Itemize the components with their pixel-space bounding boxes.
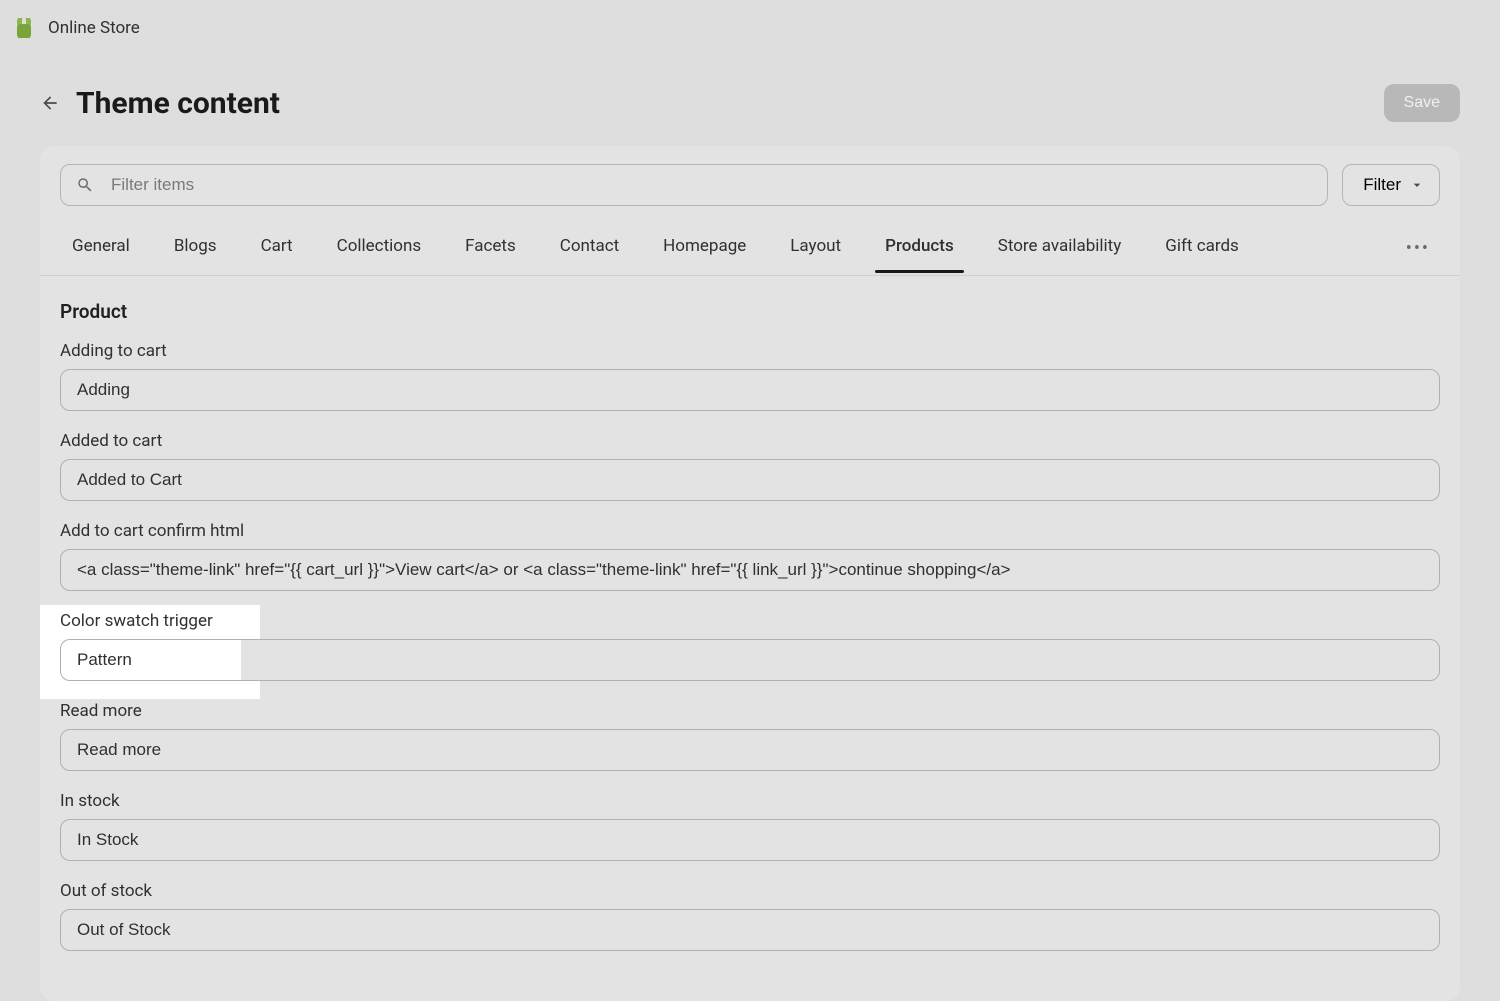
field-input-adding-to-cart[interactable] <box>60 369 1440 411</box>
search-input[interactable] <box>60 164 1328 206</box>
tabs: General Blogs Cart Collections Facets Co… <box>40 222 1460 276</box>
tab-layout[interactable]: Layout <box>768 222 863 275</box>
field-input-in-stock[interactable] <box>60 819 1440 861</box>
field-label: Out of stock <box>60 881 1440 901</box>
content-card: Filter General Blogs Cart Collections Fa… <box>40 146 1460 1001</box>
search-icon <box>76 176 94 194</box>
field-input-out-of-stock[interactable] <box>60 909 1440 951</box>
field-add-to-cart-confirm-html: Add to cart confirm html <box>60 521 1440 591</box>
tabs-more-icon[interactable]: ••• <box>1386 224 1450 273</box>
tab-store-availability[interactable]: Store availability <box>976 222 1144 275</box>
page-header: Theme content Save <box>0 56 1500 146</box>
field-read-more: Read more <box>60 701 1440 771</box>
page-title: Theme content <box>76 86 280 121</box>
tab-contact[interactable]: Contact <box>538 222 641 275</box>
field-input-added-to-cart[interactable] <box>60 459 1440 501</box>
field-label: In stock <box>60 791 1440 811</box>
field-input-read-more[interactable] <box>60 729 1440 771</box>
toolbar: Filter <box>40 146 1460 222</box>
field-label: Color swatch trigger <box>60 611 1440 631</box>
field-label: Add to cart confirm html <box>60 521 1440 541</box>
field-in-stock: In stock <box>60 791 1440 861</box>
tab-cart[interactable]: Cart <box>239 222 315 275</box>
filter-button[interactable]: Filter <box>1342 164 1440 206</box>
field-label: Read more <box>60 701 1440 721</box>
tab-gift-cards[interactable]: Gift cards <box>1143 222 1261 275</box>
tab-facets[interactable]: Facets <box>443 222 538 275</box>
tab-collections[interactable]: Collections <box>315 222 444 275</box>
chevron-down-icon <box>1409 177 1425 193</box>
save-button[interactable]: Save <box>1384 84 1460 122</box>
section-title: Product <box>60 300 1440 323</box>
field-label: Adding to cart <box>60 341 1440 361</box>
field-color-swatch-trigger: Color swatch trigger <box>60 611 1440 681</box>
section-product: Product Adding to cart Added to cart Add… <box>40 276 1460 1001</box>
field-label: Added to cart <box>60 431 1440 451</box>
topbar: Online Store <box>0 0 1500 56</box>
field-out-of-stock: Out of stock <box>60 881 1440 951</box>
tab-blogs[interactable]: Blogs <box>152 222 239 275</box>
tab-products[interactable]: Products <box>863 222 976 275</box>
field-adding-to-cart: Adding to cart <box>60 341 1440 411</box>
logo-icon <box>12 16 36 40</box>
field-input-color-swatch-trigger[interactable] <box>60 639 1440 681</box>
filter-button-label: Filter <box>1363 175 1401 195</box>
back-arrow-icon[interactable] <box>40 93 60 113</box>
topbar-title: Online Store <box>48 18 140 38</box>
field-added-to-cart: Added to cart <box>60 431 1440 501</box>
field-input-add-to-cart-confirm-html[interactable] <box>60 549 1440 591</box>
tab-homepage[interactable]: Homepage <box>641 222 768 275</box>
tab-general[interactable]: General <box>50 222 152 275</box>
